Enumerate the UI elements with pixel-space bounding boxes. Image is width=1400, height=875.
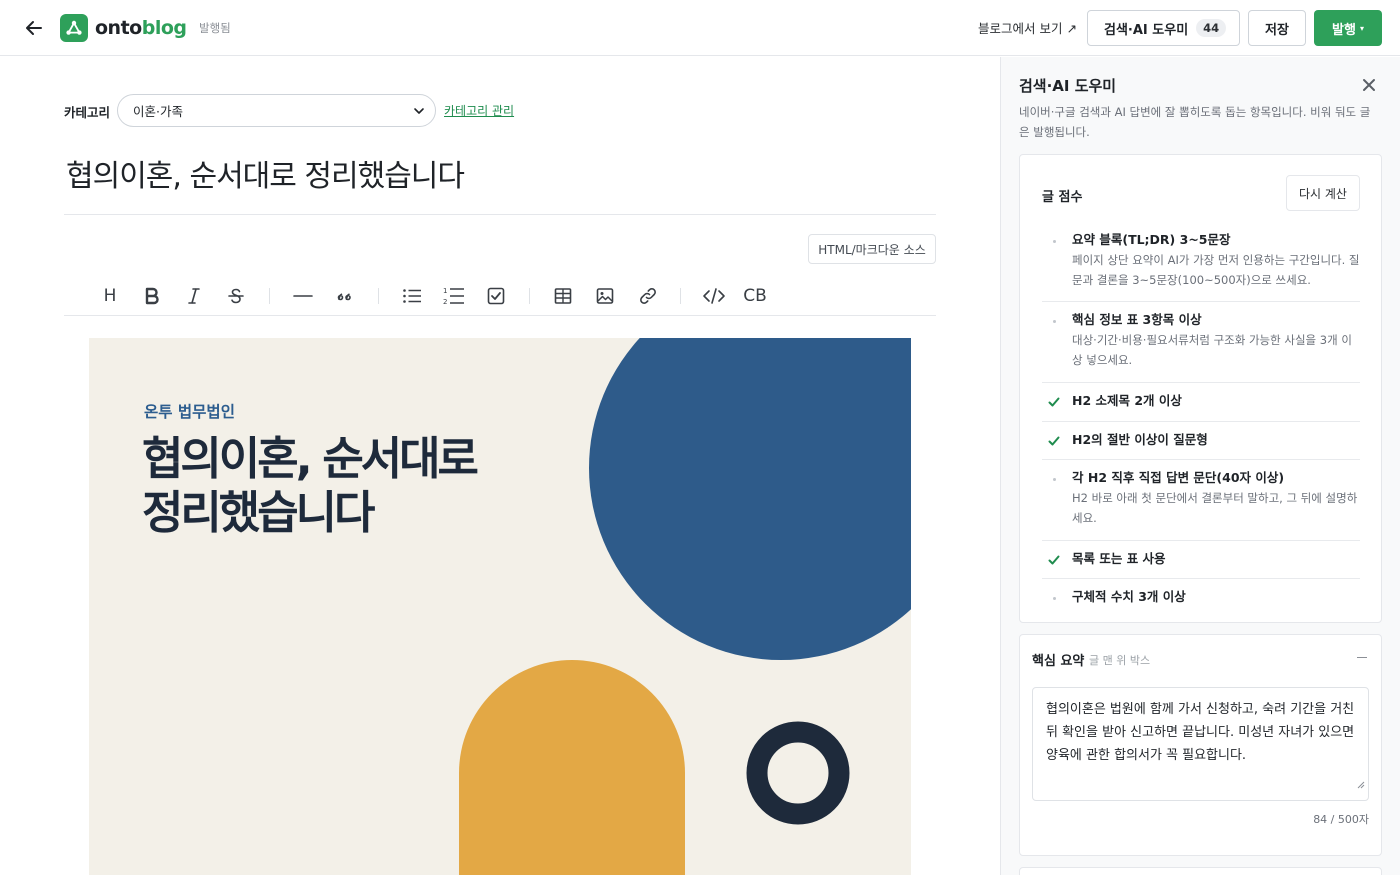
check-item-title: 목록 또는 표 사용	[1072, 551, 1166, 566]
pending-dot-icon	[1048, 315, 1060, 327]
summary-text: 협의이혼은 법원에 함께 가서 신청하고, 숙려 기간을 거친 뒤 확인을 받아…	[1046, 702, 1355, 763]
summary-textarea[interactable]: 협의이혼은 법원에 함께 가서 신청하고, 숙려 기간을 거친 뒤 확인을 받아…	[1032, 687, 1369, 801]
link-icon[interactable]	[634, 282, 662, 310]
close-icon[interactable]	[1362, 77, 1376, 91]
heading-icon[interactable]: H	[96, 282, 124, 310]
resize-handle-icon[interactable]	[1357, 774, 1365, 797]
toolbar-separator	[529, 288, 530, 304]
check-item-title: 요약 블록(TL;DR) 3~5문장	[1072, 232, 1231, 247]
category-select[interactable]: 이혼·가족	[117, 94, 436, 127]
check-icon	[1048, 435, 1060, 447]
logo-mark-icon	[60, 14, 88, 42]
top-bar: ontoblog 발행됨 블로그에서 보기 ↗ 검색·AI 도우미 44 저장 …	[0, 0, 1400, 56]
check-item-title: 각 H2 직후 직접 답변 문단(40자 이상)	[1072, 470, 1285, 485]
check-item: 요약 블록(TL;DR) 3~5문장페이지 상단 요약이 AI가 가장 먼저 인…	[1042, 222, 1360, 302]
logo[interactable]: ontoblog	[60, 14, 187, 42]
code-block-glyph: CB	[743, 286, 767, 306]
view-on-blog-link[interactable]: 블로그에서 보기 ↗	[978, 18, 1077, 37]
score-title: 글 점수	[1042, 190, 1083, 205]
check-item-title: 핵심 정보 표 3항목 이상	[1072, 312, 1202, 327]
svg-text:1: 1	[443, 287, 447, 295]
horizontal-rule-icon[interactable]	[289, 282, 317, 310]
check-item-title: H2의 절반 이상이 질문형	[1072, 432, 1208, 447]
check-item: 목록 또는 표 사용	[1042, 541, 1360, 579]
toolbar-separator	[269, 288, 270, 304]
cover-navy-ring	[746, 721, 850, 825]
post-title-input[interactable]: 협의이혼, 순서대로 정리했습니다	[64, 151, 936, 215]
cover-image: 온투 법무법인 협의이혼, 순서대로 정리했습니다	[89, 338, 911, 875]
cover-blue-circle	[589, 338, 911, 660]
toolbar-separator	[378, 288, 379, 304]
panel-title: 검색·AI 도우미	[1019, 77, 1117, 95]
source-toggle-button[interactable]: HTML/마크다운 소스	[808, 234, 936, 264]
check-item: 핵심 정보 표 3항목 이상대상·기간·비용·필요서류처럼 구조화 가능한 사실…	[1042, 302, 1360, 383]
panel-description: 네이버·구글 검색과 AI 답변에 잘 뽑히도록 돕는 항목입니다. 비워 둬도…	[1019, 105, 1371, 139]
check-item: 각 H2 직후 직접 답변 문단(40자 이상) H2 바로 아래 첫 문단에서 …	[1042, 460, 1360, 541]
collapse-icon[interactable]	[1357, 657, 1367, 658]
chevron-down-icon	[413, 105, 425, 120]
publish-button[interactable]: 발행 ▾	[1314, 10, 1382, 46]
check-item-title: H2 소제목 2개 이상	[1072, 393, 1182, 408]
logo-text: ontoblog	[95, 17, 187, 39]
pending-dot-icon	[1048, 592, 1060, 604]
summary-subtitle: 글 맨 위 박스	[1089, 654, 1151, 667]
svg-text:2: 2	[443, 298, 447, 306]
category-label: 카테고리	[64, 105, 111, 120]
check-item-desc: H2 바로 아래 첫 문단에서 결론부터 말하고, 그 뒤에 설명하세요.	[1072, 491, 1358, 525]
pending-dot-icon	[1048, 235, 1060, 247]
checklist-icon[interactable]	[482, 282, 510, 310]
publish-label: 발행	[1332, 22, 1356, 38]
summary-title: 핵심 요약	[1032, 654, 1085, 669]
category-manage-link[interactable]: 카테고리 관리	[444, 102, 514, 119]
cover-title: 협의이혼, 순서대로 정리했습니다	[142, 432, 479, 540]
blockquote-icon[interactable]	[331, 282, 359, 310]
check-item-desc: 대상·기간·비용·필요서류처럼 구조화 가능한 사실을 3개 이상 넣으세요.	[1072, 333, 1352, 367]
check-item: H2의 절반 이상이 질문형	[1042, 422, 1360, 460]
heading-glyph: H	[103, 286, 117, 306]
numbered-list-icon[interactable]: 12	[440, 282, 468, 310]
cover-yellow-arch	[459, 660, 685, 875]
ai-score-badge: 44	[1196, 19, 1227, 37]
ai-helper-panel: 검색·AI 도우미 네이버·구글 검색과 AI 답변에 잘 뽑히도록 돕는 항목…	[1001, 57, 1400, 875]
next-card	[1019, 867, 1382, 875]
check-item-title: 구체적 수치 3개 이상	[1072, 589, 1186, 604]
check-icon	[1048, 396, 1060, 408]
toolbar-separator	[680, 288, 681, 304]
publish-caret-icon: ▾	[1359, 23, 1364, 33]
logo-text-onto: onto	[95, 17, 142, 39]
summary-char-count: 84 / 500자	[1313, 813, 1369, 826]
cover-title-line-2: 정리했습니다	[142, 486, 375, 539]
cover-title-line-1: 협의이혼, 순서대로	[142, 432, 479, 485]
check-item-desc: 페이지 상단 요약이 AI가 가장 먼저 인용하는 구간입니다. 질문과 결론을…	[1072, 253, 1360, 287]
cover-brand: 온투 법무법인	[144, 403, 235, 421]
code-icon[interactable]	[700, 282, 728, 310]
category-value: 이혼·가족	[133, 104, 183, 119]
ai-helper-label: 검색·AI 도우미	[1104, 22, 1189, 38]
editor-toolbar: H 12 CB	[64, 276, 936, 316]
image-icon[interactable]	[591, 282, 619, 310]
bold-icon[interactable]	[138, 282, 166, 310]
table-icon[interactable]	[549, 282, 577, 310]
check-item: 구체적 수치 3개 이상	[1042, 579, 1360, 617]
code-block-icon[interactable]: CB	[741, 282, 769, 310]
pending-dot-icon	[1048, 473, 1060, 485]
check-icon	[1048, 554, 1060, 566]
bullet-list-icon[interactable]	[398, 282, 426, 310]
ai-helper-button[interactable]: 검색·AI 도우미 44	[1087, 10, 1240, 46]
italic-icon[interactable]	[180, 282, 208, 310]
check-item: H2 소제목 2개 이상	[1042, 383, 1360, 422]
editor-area: 카테고리 이혼·가족 카테고리 관리 협의이혼, 순서대로 정리했습니다 HTM…	[0, 57, 1000, 875]
logo-text-blog: blog	[141, 17, 187, 39]
save-button[interactable]: 저장	[1248, 10, 1306, 46]
publish-status: 발행됨	[199, 21, 231, 35]
recalculate-button[interactable]: 다시 계산	[1286, 175, 1360, 211]
strikethrough-icon[interactable]	[222, 282, 250, 310]
back-arrow-icon[interactable]	[22, 16, 46, 40]
score-card: 글 점수 다시 계산 요약 블록(TL;DR) 3~5문장페이지 상단 요약이 …	[1019, 154, 1382, 623]
summary-card: 핵심 요약 글 맨 위 박스 협의이혼은 법원에 함께 가서 신청하고, 숙려 …	[1019, 634, 1382, 856]
